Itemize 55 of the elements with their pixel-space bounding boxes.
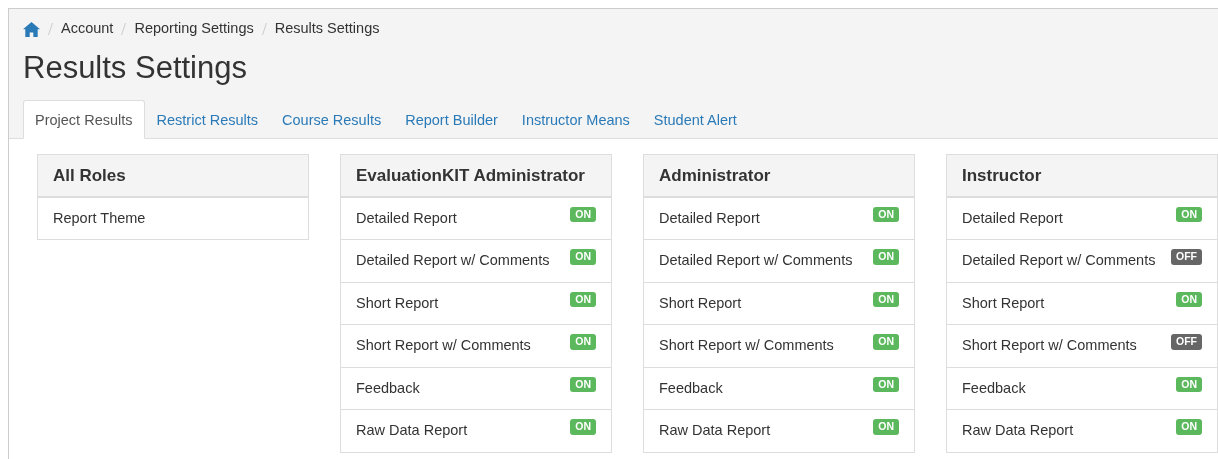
panel-title: Instructor [947,154,1217,197]
setting-label: Raw Data Report [962,421,1074,441]
status-badge[interactable]: ON [1176,206,1202,223]
tab[interactable]: Project Results [23,100,145,139]
tab[interactable]: Course Results [270,100,394,139]
setting-label: Short Report w/ Comments [659,336,834,356]
tab[interactable]: Restrict Results [144,100,271,139]
page-title: Results Settings [23,49,248,87]
setting-label: Feedback [962,378,1026,398]
status-badge[interactable]: ON [873,291,899,308]
setting-label: Raw Data Report [659,421,771,441]
setting-label: Detailed Report [659,208,760,228]
status-badge[interactable]: ON [570,334,596,350]
tab[interactable]: Student Alert [641,100,749,139]
setting-label: Short Report [659,293,742,313]
status-badge[interactable]: ON [873,419,899,435]
status-badge[interactable]: ON [570,206,596,223]
home-icon[interactable] [23,21,40,37]
setting-label: Detailed Report w/ Comments [356,251,550,271]
setting-label: Feedback [659,378,723,398]
breadcrumb-link[interactable]: Account [61,18,114,40]
status-badge[interactable]: OFF [1171,249,1202,265]
status-badge[interactable]: ON [873,249,899,265]
setting-label: Detailed Report w/ Comments [962,251,1156,271]
setting-label: Short Report [356,293,439,313]
setting-label: Short Report w/ Comments [356,336,531,356]
status-badge[interactable]: ON [570,419,596,435]
status-badge[interactable]: ON [570,291,596,308]
tab[interactable]: Report Builder [393,100,510,139]
setting-label: Feedback [356,378,420,398]
setting-label: Detailed Report [356,208,457,228]
setting-label: Short Report [962,293,1045,313]
slash-icon [48,23,53,35]
status-badge[interactable]: ON [570,376,596,393]
slash-icon [261,23,267,35]
status-badge[interactable]: ON [873,206,899,223]
slash-icon [121,23,127,35]
setting-label: Short Report w/ Comments [962,336,1137,356]
panel-title: EvaluationKIT Administrator [341,154,611,197]
status-badge[interactable]: ON [1176,376,1202,393]
breadcrumb-link[interactable]: Reporting Settings [134,18,254,40]
setting-label: Detailed Report [962,208,1063,228]
status-badge[interactable]: ON [570,249,596,265]
status-badge[interactable]: OFF [1171,334,1202,350]
setting-label: Raw Data Report [356,421,468,441]
tab[interactable]: Instructor Means [509,100,642,139]
breadcrumb-current: Results Settings [274,19,380,39]
status-badge[interactable]: ON [873,376,899,393]
status-badge[interactable]: ON [1176,291,1202,308]
status-badge[interactable]: ON [873,334,899,350]
setting-label: Detailed Report w/ Comments [659,251,853,271]
panel-title: Administrator [644,154,914,197]
status-badge[interactable]: ON [1176,419,1202,435]
panel-title: All Roles [38,154,308,197]
setting-label: Report Theme [53,208,146,228]
